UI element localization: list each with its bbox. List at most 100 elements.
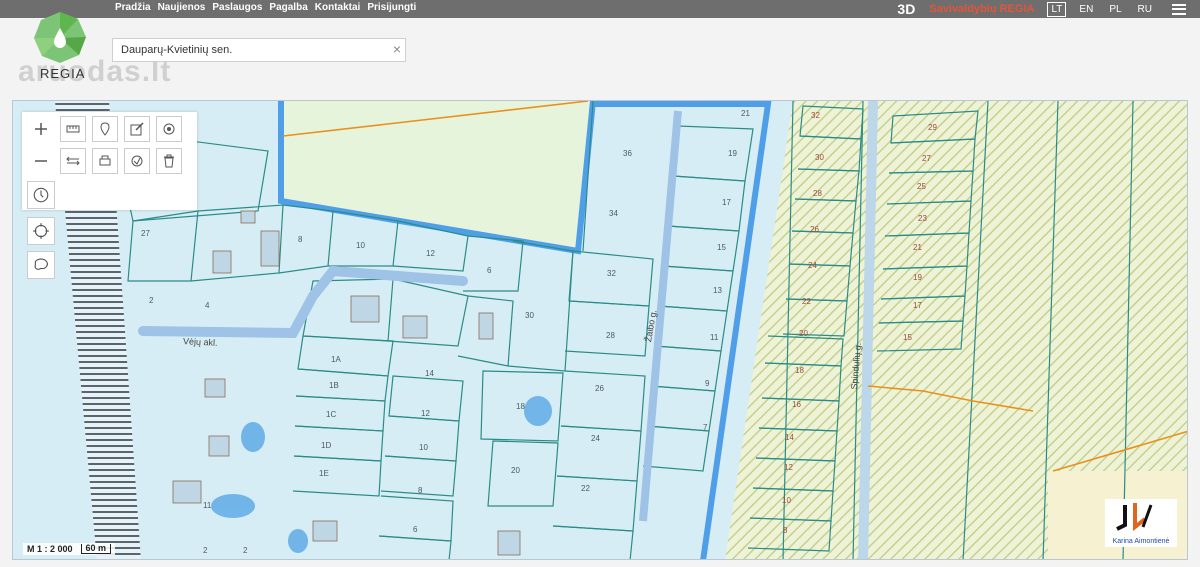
lang-pl[interactable]: PL — [1106, 3, 1124, 16]
parcel-label: 19 — [913, 273, 922, 282]
parcel-label: 1A — [331, 355, 341, 364]
nav-contacts[interactable]: Kontaktai — [315, 2, 361, 13]
parcel-label: 15 — [717, 243, 726, 252]
parcel-label: 28 — [606, 331, 615, 340]
map-view[interactable]: 21 32 29 36 19 30 27 28 25 34 17 23 26 21 15 24 19 32 13 22… — [12, 100, 1188, 560]
lang-lt[interactable]: LT — [1047, 1, 1067, 17]
locate-icon[interactable] — [27, 217, 55, 245]
parcel-label: 21 — [913, 243, 922, 252]
parcel-label: 25 — [917, 182, 926, 191]
lang-ru[interactable]: RU — [1135, 3, 1155, 16]
agent-name: Karina Aimontienė — [1112, 538, 1170, 545]
parcel-label: 17 — [913, 301, 922, 310]
street-label-vejuakl: Vėjų akl. — [182, 336, 218, 348]
parcel-label: 30 — [525, 311, 534, 320]
print-icon[interactable] — [92, 148, 118, 174]
nav-news[interactable]: Naujienos — [158, 2, 206, 13]
parcel-label: 14 — [425, 369, 434, 378]
parcel-label: 13 — [713, 286, 722, 295]
zoom-out-icon[interactable] — [28, 148, 54, 174]
search-box[interactable]: × — [112, 38, 406, 62]
parcel-label: 8 — [783, 526, 788, 535]
parcel-label: 24 — [591, 434, 600, 443]
clear-icon[interactable]: × — [393, 41, 401, 57]
parcel-label: 26 — [595, 384, 604, 393]
parcel-label: 12 — [784, 463, 793, 472]
parcel-label: 17 — [722, 198, 731, 207]
lang-en[interactable]: EN — [1076, 3, 1096, 16]
parcel-label: 15 — [903, 333, 912, 342]
parcel-label: 22 — [802, 297, 811, 306]
parcel-label: 32 — [811, 111, 820, 120]
logo-text: REGIA — [40, 66, 86, 81]
parcel-label: 34 — [609, 209, 618, 218]
parcel-label: 6 — [413, 525, 418, 534]
parcel-label: 12 — [421, 409, 430, 418]
trash-icon[interactable] — [156, 148, 182, 174]
right-navigation: 3D Savivaldybių REGIA LT EN PL RU — [897, 0, 1186, 18]
parcel-label: 26 — [810, 225, 819, 234]
parcel-label: 32 — [607, 269, 616, 278]
parcel-label: 11 — [203, 501, 212, 510]
menu-icon[interactable] — [1172, 3, 1186, 15]
scale-bar: 60 m — [80, 544, 112, 554]
view-3d-button[interactable]: 3D — [897, 1, 915, 17]
agent-logo: Karina Aimontienė — [1105, 499, 1177, 547]
parcel-label: 1B — [329, 381, 339, 390]
parcel-label: 11 — [710, 333, 719, 342]
parcel-label: 20 — [799, 329, 808, 338]
nav-login[interactable]: Prisijungti — [367, 2, 416, 13]
parcel-label: 24 — [808, 261, 817, 270]
parcel-label: 12 — [426, 249, 435, 258]
history-icon[interactable] — [27, 181, 55, 209]
parcel-label: 8 — [418, 486, 423, 495]
parcel-label: 2 — [149, 296, 154, 305]
nav-services[interactable]: Paslaugos — [212, 2, 262, 13]
top-bar: Pradžia Naujienos Paslaugos Pagalba Kont… — [0, 0, 1200, 18]
marker-icon[interactable] — [92, 116, 118, 142]
parcel-label: 10 — [782, 496, 791, 505]
edit-icon[interactable] — [124, 116, 150, 142]
parcel-label: 18 — [516, 402, 525, 411]
parcel-label: 10 — [419, 443, 428, 452]
layers-icon[interactable] — [124, 148, 150, 174]
agent-logo-mark — [1116, 503, 1153, 532]
parcel-label: 27 — [141, 229, 150, 238]
top-navigation: Pradžia Naujienos Paslaugos Pagalba Kont… — [115, 2, 416, 13]
nav-home[interactable]: Pradžia — [115, 2, 151, 13]
parcel-label: 4 — [205, 301, 210, 310]
parcel-label: 2 — [243, 546, 248, 555]
parcel-label: 2 — [203, 546, 208, 555]
parcel-label: 28 — [813, 189, 822, 198]
measure-ruler-icon[interactable] — [60, 116, 86, 142]
target-icon[interactable] — [156, 116, 182, 142]
parcel-label: 18 — [795, 366, 804, 375]
area-select-icon[interactable] — [27, 251, 55, 279]
parcel-label: 30 — [815, 153, 824, 162]
parcel-label: 22 — [581, 484, 590, 493]
parcel-label: 10 — [356, 241, 365, 250]
nav-help[interactable]: Pagalba — [269, 2, 307, 13]
brand-label: Savivaldybių REGIA — [929, 3, 1035, 15]
parcel-label: 21 — [741, 109, 750, 118]
parcel-label: 27 — [922, 154, 931, 163]
parcel-label: 7 — [703, 423, 708, 432]
parcel-label: 19 — [728, 149, 737, 158]
parcel-label: 16 — [792, 400, 801, 409]
measure-distance-icon[interactable] — [60, 148, 86, 174]
parcel-label: 36 — [623, 149, 632, 158]
parcel-label: 29 — [928, 123, 937, 132]
search-input[interactable] — [119, 43, 383, 57]
parcel-label: 8 — [298, 235, 303, 244]
zoom-in-icon[interactable] — [28, 116, 54, 142]
parcel-label: 1D — [321, 441, 332, 450]
map-scale: M 1 : 2 000 60 m — [23, 543, 116, 555]
parcel-label: 20 — [511, 466, 520, 475]
parcel-label: 9 — [705, 379, 710, 388]
parcel-label: 23 — [918, 214, 927, 223]
parcel-label: 1C — [326, 410, 337, 419]
parcel-label: 6 — [487, 266, 492, 275]
parcel-label: 14 — [785, 433, 794, 442]
scale-ratio: M 1 : 2 000 — [27, 544, 73, 554]
parcel-label: 1E — [319, 469, 329, 478]
